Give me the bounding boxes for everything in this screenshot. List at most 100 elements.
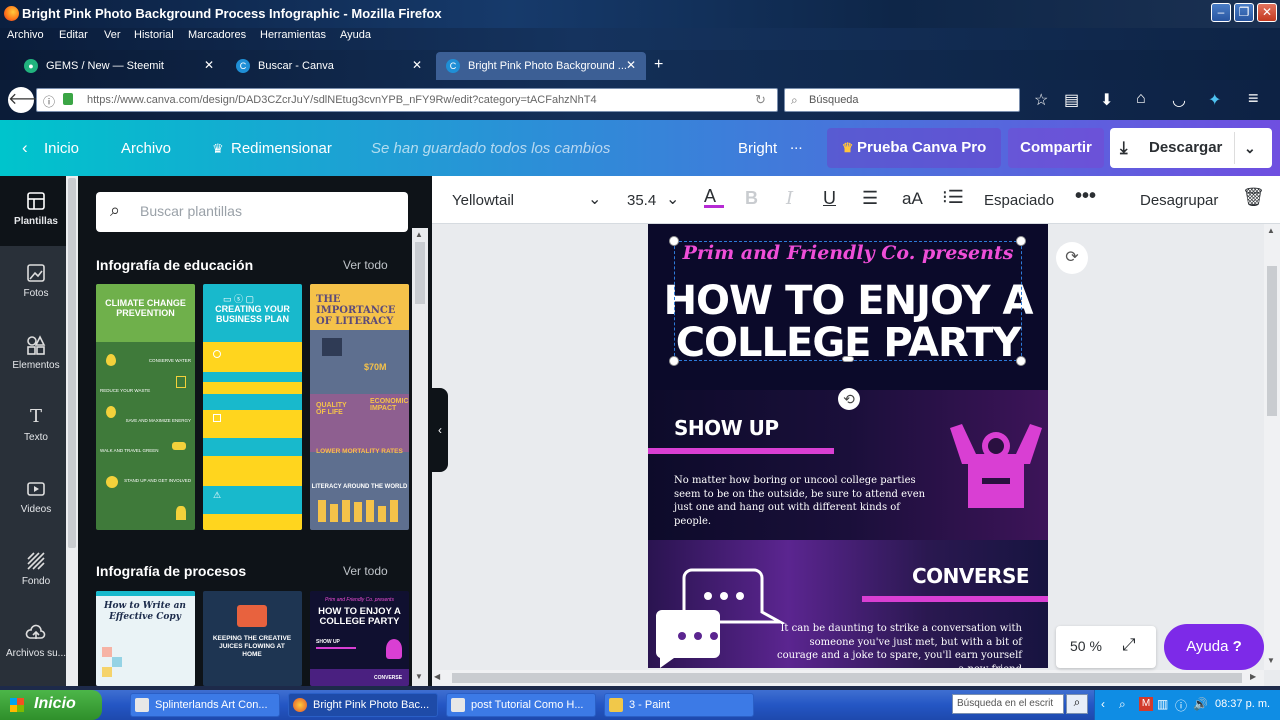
more-title-icon[interactable]: ... [790, 136, 803, 153]
task-paint[interactable]: 3 - Paint [604, 693, 754, 717]
start-button[interactable]: Inicio [0, 690, 102, 720]
panel-scrollbar[interactable]: ▲ ▼ [412, 228, 428, 686]
menu-marcadores[interactable]: Marcadores [188, 29, 246, 41]
rail-archivos[interactable]: Archivos su... [0, 608, 72, 678]
text-color-icon[interactable]: A [704, 186, 724, 208]
redimensionar-button[interactable]: Redimensionar [231, 140, 332, 157]
ver-todo-procesos[interactable]: Ver todo [343, 564, 388, 578]
resize-handle[interactable] [842, 356, 854, 362]
resize-handle[interactable] [1016, 236, 1026, 246]
zoom-level[interactable]: 50 % [1070, 638, 1102, 654]
template-literacy[interactable]: THE IMPORTANCE OF LITERACY $70M QUALITY … [310, 284, 409, 530]
font-chevron-icon[interactable]: ⌄ [588, 189, 601, 209]
more-options-icon[interactable]: ••• [1075, 185, 1096, 208]
add-comment-icon[interactable]: ⟳ [1056, 242, 1088, 274]
scroll-right-icon[interactable]: ▶ [1250, 672, 1256, 681]
tab-bright-pink[interactable]: C Bright Pink Photo Background ... ✕ [436, 52, 646, 80]
rail-plantillas[interactable]: Plantillas [0, 176, 72, 246]
expand-icon[interactable]: ⤢ [1122, 635, 1136, 655]
scroll-down-icon[interactable]: ▼ [415, 672, 423, 681]
list-icon[interactable]: ⁝☰ [942, 187, 964, 208]
close-window-button[interactable]: ✕ [1257, 3, 1277, 22]
new-tab-button[interactable]: + [654, 56, 663, 74]
gmail-icon[interactable]: M [1139, 697, 1153, 711]
desktop-search-input[interactable]: Búsqueda en el escrit [952, 694, 1064, 714]
scroll-left-icon[interactable]: ◀ [434, 672, 440, 681]
menu-archivo[interactable]: Archivo [7, 29, 44, 41]
canva-pro-button[interactable]: ♛ Prueba Canva Pro [827, 128, 1001, 168]
size-chevron-icon[interactable]: ⌄ [666, 189, 679, 209]
back-button[interactable]: 🡐 [8, 87, 51, 113]
search-go-icon[interactable]: ⌕ [1066, 694, 1088, 714]
reload-icon[interactable]: ↻ [755, 92, 766, 108]
section-title-converse[interactable]: CONVERSE [912, 564, 1030, 588]
section-body-converse[interactable]: It can be daunting to strike a conversat… [768, 622, 1022, 668]
scroll-up-icon[interactable]: ▲ [1267, 226, 1275, 235]
align-center-icon[interactable]: ☰ [862, 188, 878, 209]
zoom-control[interactable]: 50 % ⤢ [1056, 626, 1156, 668]
help-button[interactable]: Ayuda ? [1164, 624, 1264, 670]
resize-handle[interactable] [669, 356, 679, 366]
archivo-menu[interactable]: Archivo [121, 140, 171, 157]
task-splinterlands[interactable]: Splinterlands Art Con... [130, 693, 280, 717]
resize-handle[interactable] [1016, 356, 1026, 366]
maximize-button[interactable]: ❐ [1234, 3, 1254, 22]
editor-horizontal-scrollbar[interactable]: ◀ ▶ [432, 670, 1264, 686]
home-icon[interactable]: ⌂ [1136, 90, 1146, 108]
design-title[interactable]: Bright [738, 140, 777, 157]
tray-expand-icon[interactable]: ‹ [1101, 697, 1105, 711]
task-post-tutorial[interactable]: post Tutorial Como H... [446, 693, 596, 717]
close-tab-icon[interactable]: ✕ [626, 58, 636, 72]
collapse-panel-button[interactable]: ‹ [432, 388, 448, 472]
info-tray-icon[interactable]: ⓘ [1175, 697, 1187, 714]
info-icon[interactable]: ⓘ [43, 93, 55, 110]
download-button[interactable]: ⤓ Descargar ⌄ [1110, 128, 1272, 168]
editor-vertical-scrollbar[interactable]: ▲ ▼ [1264, 224, 1280, 670]
rail-videos[interactable]: Videos [0, 464, 72, 534]
browser-search-input[interactable]: ⌕ Búsqueda [784, 88, 1020, 112]
rail-scrollbar[interactable] [66, 176, 78, 686]
tray-search-icon[interactable]: ⌕ [1119, 697, 1126, 712]
clock[interactable]: 08:37 p. m. [1215, 698, 1270, 710]
design-canvas[interactable]: Prim and Friendly Co. presents HOW TO EN… [648, 224, 1048, 668]
template-search-input[interactable]: ⌕ Buscar plantillas [96, 192, 408, 232]
tab-buscar-canva[interactable]: C Buscar - Canva ✕ [226, 52, 432, 80]
template-creative-juices[interactable]: KEEPING THE CREATIVE JUICES FLOWING AT H… [203, 591, 302, 686]
template-climate-change[interactable]: CLIMATE CHANGE PREVENTION CONSERVE WATER… [96, 284, 195, 530]
extension-icon[interactable]: ✦ [1208, 90, 1221, 110]
chevron-left-icon[interactable]: ‹ [22, 138, 28, 158]
rail-fondo[interactable]: Fondo [0, 536, 72, 606]
template-business-plan[interactable]: ▭ ⓢ ▢ CREATING YOUR BUSINESS PLAN ⚠ [203, 284, 302, 530]
rail-elementos[interactable]: Elementos [0, 320, 72, 390]
task-firefox[interactable]: Bright Pink Photo Bac... [288, 693, 438, 717]
scroll-down-icon[interactable]: ▼ [1267, 656, 1275, 665]
close-tab-icon[interactable]: ✕ [412, 58, 422, 72]
hamburger-menu-icon[interactable]: ≡ [1248, 88, 1259, 109]
rotate-handle-icon[interactable]: ⟲ [838, 388, 860, 410]
trash-icon[interactable]: 🗑 [1242, 187, 1265, 208]
menu-ayuda[interactable]: Ayuda [340, 29, 371, 41]
underline-icon[interactable]: U [823, 188, 836, 209]
section-body-show-up[interactable]: No matter how boring or uncool college p… [674, 474, 926, 528]
spacing-button[interactable]: Espaciado [984, 192, 1054, 209]
network-icon[interactable]: ▥ [1157, 697, 1168, 711]
font-size-input[interactable]: 35.4 [627, 192, 656, 209]
volume-icon[interactable]: 🔊 [1193, 697, 1208, 711]
bookmark-star-icon[interactable]: ☆ [1034, 90, 1048, 110]
url-bar[interactable]: ⓘ https://www.canva.com/design/DAD3CZcrJ… [36, 88, 778, 112]
font-selector[interactable]: Yellowtail [452, 192, 514, 209]
case-icon[interactable]: aA [902, 189, 923, 209]
share-button[interactable]: Compartir [1008, 128, 1104, 168]
section-title-show-up[interactable]: SHOW UP [674, 416, 779, 440]
menu-ver[interactable]: Ver [104, 29, 121, 41]
pocket-icon[interactable]: ◡ [1172, 90, 1186, 110]
template-college-party[interactable]: Prim and Friendly Co. presents HOW TO EN… [310, 591, 409, 686]
menu-historial[interactable]: Historial [134, 29, 174, 41]
tab-steemit[interactable]: ● GEMS / New — Steemit ✕ [14, 52, 224, 80]
menu-herramientas[interactable]: Herramientas [260, 29, 326, 41]
download-icon[interactable]: ⬇ [1100, 90, 1113, 110]
template-effective-copy[interactable]: How to Write an Effective Copy [96, 591, 195, 686]
minimize-button[interactable]: – [1211, 3, 1231, 22]
rail-texto[interactable]: T Texto [0, 392, 72, 462]
reading-list-icon[interactable]: ▤ [1064, 90, 1079, 110]
